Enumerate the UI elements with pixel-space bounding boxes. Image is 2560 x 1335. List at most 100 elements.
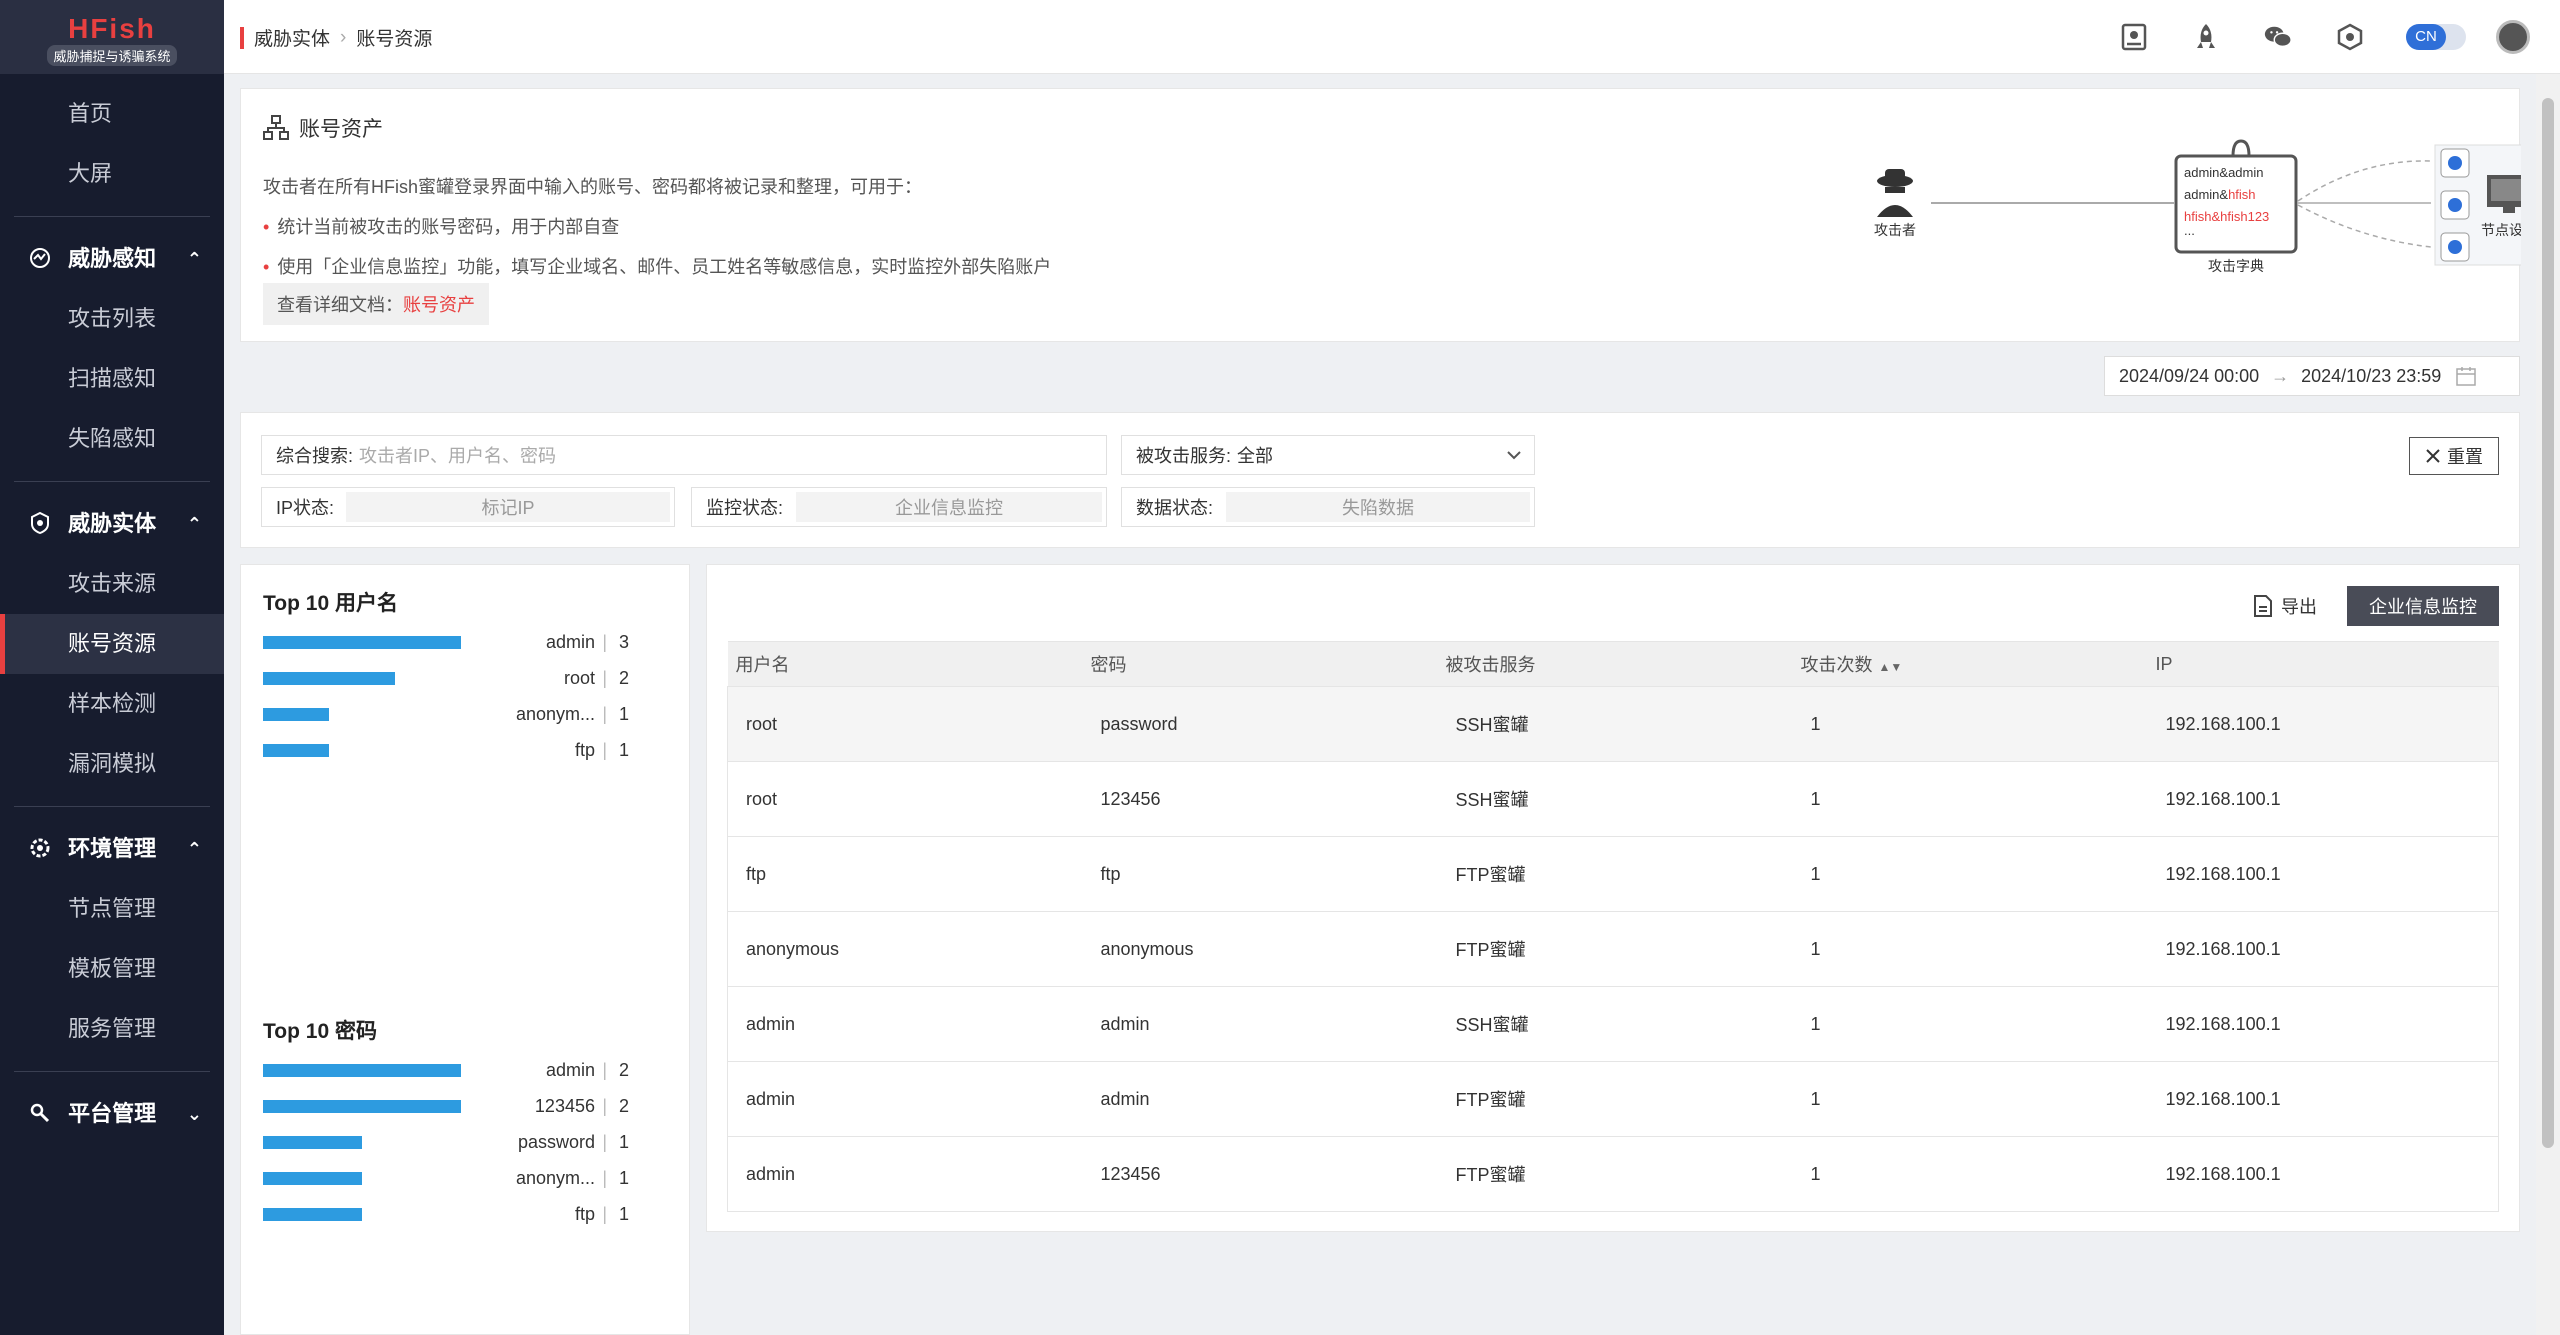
table-cell: 1 (1792, 911, 2148, 987)
table-row[interactable]: admin 123456 FTP蜜罐 1 192.168.100.1 (727, 1136, 2499, 1212)
bar-row[interactable]: 123456 | 2 (263, 1088, 643, 1124)
date-start[interactable]: 2024/09/24 00:00 (2119, 366, 2259, 387)
file-export-icon (2254, 595, 2272, 617)
service-select[interactable]: 被攻击服务: 全部 (1121, 435, 1535, 475)
page-scrollbar[interactable] (2536, 74, 2560, 1335)
bar-row[interactable]: admin | 3 (263, 624, 643, 660)
chevron-down-icon (1507, 451, 1521, 460)
language-toggle[interactable]: CN (2406, 24, 2466, 50)
table-row[interactable]: admin admin FTP蜜罐 1 192.168.100.1 (727, 1061, 2499, 1137)
breadcrumb-separator: › (340, 26, 347, 48)
honeypot-icon (2440, 148, 2470, 178)
close-icon (2426, 449, 2440, 463)
logo-title: HFish (68, 13, 156, 44)
date-end[interactable]: 2024/10/23 23:59 (2301, 366, 2441, 387)
bar (263, 1099, 461, 1113)
dict-line-highlight: hfish (2228, 187, 2255, 202)
export-button[interactable]: 导出 (2253, 593, 2317, 619)
sidebar-item-node-management[interactable]: 节点管理 (0, 879, 224, 939)
bar-row[interactable]: password | 1 (263, 1124, 643, 1160)
data-status-tag[interactable]: 失陷数据 (1226, 492, 1530, 522)
data-status-label: 数据状态: (1136, 498, 1214, 518)
sidebar-group-threat-entity[interactable]: 威胁实体 ⌃ (0, 494, 224, 554)
bar-row[interactable]: admin | 2 (263, 1052, 643, 1088)
sidebar-item-compromise[interactable]: 失陷感知 (0, 409, 224, 469)
calendar-icon (2456, 367, 2477, 386)
wechat-icon[interactable] (2263, 22, 2293, 52)
table-row[interactable]: admin admin SSH蜜罐 1 192.168.100.1 (727, 986, 2499, 1062)
table-row[interactable]: ftp ftp FTP蜜罐 1 192.168.100.1 (727, 836, 2499, 912)
sidebar-group-threat-perception[interactable]: 威胁感知 ⌃ (0, 229, 224, 289)
table-cell: admin (727, 1061, 1083, 1137)
date-range-picker[interactable]: 2024/09/24 00:00 → 2024/10/23 23:59 (2104, 356, 2520, 396)
sidebar-item-template-management[interactable]: 模板管理 (0, 939, 224, 999)
radar-icon (30, 248, 50, 269)
bar-row[interactable]: ftp | 1 (263, 1196, 643, 1232)
logo[interactable]: HFish 威胁捕捉与诱骗系统 (0, 0, 224, 74)
intro-title: 账号资产 (299, 118, 383, 141)
column-header: 被攻击服务 (1437, 641, 1793, 687)
logo-subtitle: 威胁捕捉与诱骗系统 (47, 45, 177, 66)
enterprise-monitor-button[interactable]: 企业信息监控 (2347, 586, 2499, 626)
sidebar-item-attack-list[interactable]: 攻击列表 (0, 289, 224, 349)
search-field[interactable]: 综合搜索: 攻击者IP、用户名、密码 (261, 435, 1107, 475)
header-toolbar: CN (2098, 0, 2560, 74)
monitor-status-tag[interactable]: 企业信息监控 (796, 492, 1102, 522)
chevron-up-icon: ⌃ (186, 514, 202, 534)
reset-button[interactable]: 重置 (2409, 437, 2499, 475)
table-row[interactable]: root 123456 SSH蜜罐 1 192.168.100.1 (727, 761, 2499, 837)
breadcrumb-item[interactable]: 威胁实体 (254, 24, 330, 51)
svg-text:admin&hfish: admin&hfish (2184, 187, 2256, 202)
bar-label: root (563, 667, 595, 688)
dict-line-highlight: hfish&hfish123 (2184, 209, 2269, 224)
sidebar-item-attack-source[interactable]: 攻击来源 (0, 554, 224, 614)
table-cell: 192.168.100.1 (2147, 911, 2499, 987)
bar-count: 2 (618, 667, 629, 688)
scrollbar-thumb[interactable] (2542, 98, 2554, 1148)
sort-icon[interactable]: ▲▼ (1879, 660, 1903, 674)
honeypot-icon (2440, 190, 2470, 220)
sidebar-item-bigscreen[interactable]: 大屏 (0, 144, 224, 204)
table-cell: 192.168.100.1 (2147, 761, 2499, 837)
table-row[interactable]: root password SSH蜜罐 1 192.168.100.1 (727, 686, 2499, 762)
chevron-down-icon: ⌄ (186, 1104, 202, 1124)
sidebar-item-account-resource[interactable]: 账号资源 (0, 614, 224, 674)
top-passwords-title: Top 10 密码 (263, 1020, 377, 1043)
bar (263, 1171, 362, 1185)
bar-row[interactable]: anonym... | 1 (263, 696, 643, 732)
doc-link[interactable]: 账号资产 (403, 295, 475, 315)
ip-status-tag[interactable]: 标记IP (346, 492, 670, 522)
table-cell: SSH蜜罐 (1437, 986, 1793, 1062)
account-table: 用户名 密码 被攻击服务 攻击次数 ▲▼ IP root password SSH蜜罐… (727, 641, 2499, 1212)
bar-row[interactable]: root | 2 (263, 660, 643, 696)
table-cell: 192.168.100.1 (2147, 1136, 2499, 1212)
column-header-sortable[interactable]: 攻击次数 ▲▼ (1792, 641, 2148, 687)
table-row[interactable]: anonymous anonymous FTP蜜罐 1 192.168.100.1 (727, 911, 2499, 987)
sidebar-group-env-management[interactable]: 环境管理 ⌃ (0, 819, 224, 879)
table-cell: SSH蜜罐 (1437, 761, 1793, 837)
ip-status-label: IP状态: (276, 498, 335, 518)
bar-row[interactable]: ftp | 1 (263, 732, 643, 768)
sidebar-item-sample-detection[interactable]: 样本检测 (0, 674, 224, 734)
book-icon[interactable] (2119, 22, 2149, 52)
table-cell: FTP蜜罐 (1437, 911, 1793, 987)
bar-row[interactable]: anonym... | 1 (263, 1160, 643, 1196)
rocket-icon[interactable] (2191, 22, 2221, 52)
sidebar-group-platform-management[interactable]: 平台管理 ⌄ (0, 1084, 224, 1144)
hexagon-icon[interactable] (2335, 22, 2365, 52)
sidebar-item-service-management[interactable]: 服务管理 (0, 999, 224, 1059)
avatar[interactable] (2496, 20, 2530, 54)
divider (14, 806, 210, 807)
table-cell: FTP蜜罐 (1437, 836, 1793, 912)
sidebar-item-vuln-sim[interactable]: 漏洞模拟 (0, 734, 224, 794)
bar-separator: | (602, 1167, 607, 1188)
breadcrumb-item-current: 账号资源 (356, 29, 433, 50)
table-cell: 1 (1792, 836, 2148, 912)
export-label: 导出 (2281, 597, 2317, 617)
sidebar-item-scan[interactable]: 扫描感知 (0, 349, 224, 409)
sidebar-item-home[interactable]: 首页 (0, 84, 224, 144)
table-cell: 123456 (1082, 761, 1438, 837)
bar-count: 1 (618, 1167, 629, 1188)
column-header: 用户名 (727, 641, 1083, 687)
breadcrumb-marker (240, 26, 244, 49)
